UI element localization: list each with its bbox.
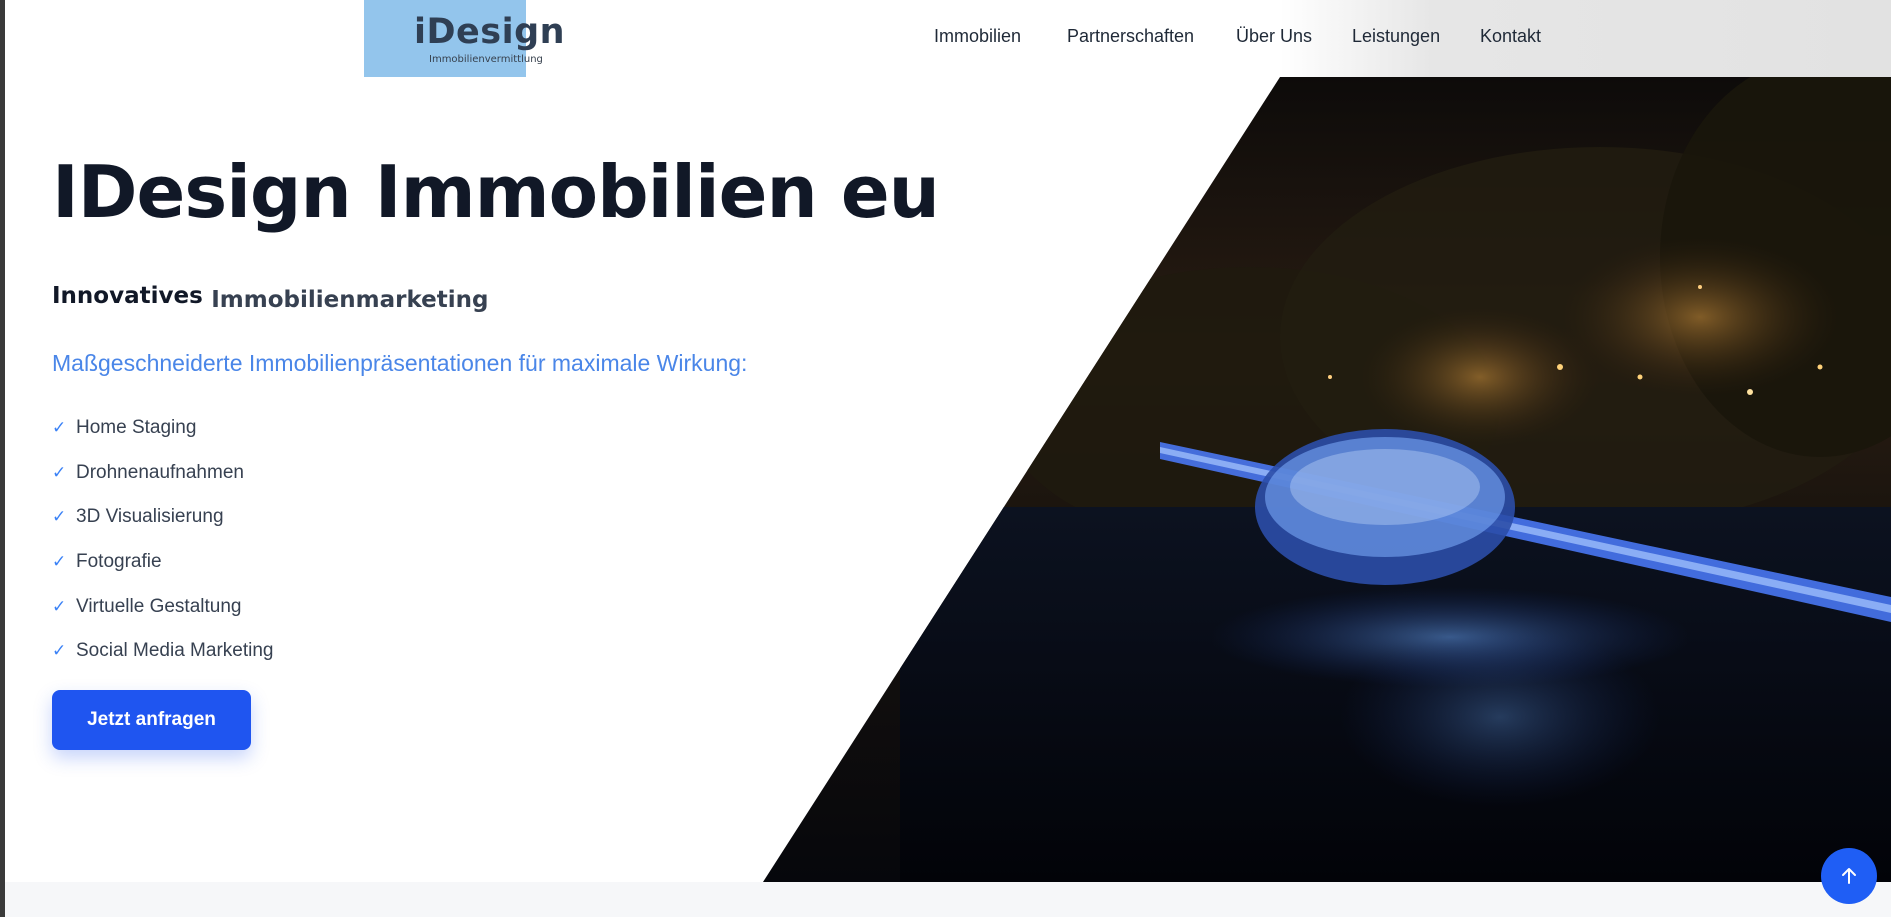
nav-kontakt[interactable]: Kontakt bbox=[1480, 26, 1541, 47]
hero-title: IDesign Immobilien eu bbox=[52, 150, 940, 234]
feature-list: ✓ Home Staging ✓ Drohnenaufnahmen ✓ 3D V… bbox=[52, 406, 273, 674]
logo-subtitle: Immobilienvermittlung bbox=[429, 54, 543, 65]
check-icon: ✓ bbox=[52, 418, 67, 438]
feature-label: Home Staging bbox=[76, 417, 197, 439]
feature-label: Fotografie bbox=[76, 551, 162, 573]
list-item: ✓ Home Staging bbox=[52, 406, 273, 451]
check-icon: ✓ bbox=[52, 552, 67, 572]
feature-label: Social Media Marketing bbox=[76, 640, 274, 662]
hero-subtitle: Innovatives Immobilienmarketing bbox=[52, 283, 488, 313]
list-item: ✓ Drohnenaufnahmen bbox=[52, 451, 273, 496]
list-item: ✓ Fotografie bbox=[52, 540, 273, 585]
scroll-to-top-button[interactable] bbox=[1821, 848, 1877, 904]
subtitle-word-2: Immobilienmarketing bbox=[211, 287, 489, 313]
nav-partnerschaften[interactable]: Partnerschaften bbox=[1067, 26, 1194, 47]
feature-label: 3D Visualisierung bbox=[76, 506, 224, 528]
list-item: ✓ Virtuelle Gestaltung bbox=[52, 584, 273, 629]
site-header: iDesign Immobilienvermittlung Immobilien… bbox=[0, 0, 1891, 77]
next-section-strip bbox=[0, 882, 1891, 917]
check-icon: ✓ bbox=[52, 507, 67, 527]
subtitle-word-1: Innovatives bbox=[52, 283, 203, 309]
feature-label: Virtuelle Gestaltung bbox=[76, 595, 242, 617]
nav-immobilien[interactable]: Immobilien bbox=[934, 26, 1021, 47]
nav-ueber-uns[interactable]: Über Uns bbox=[1236, 26, 1312, 47]
hero-tagline: Maßgeschneiderte Immobilienpräsentatione… bbox=[52, 350, 748, 376]
check-icon: ✓ bbox=[52, 641, 67, 661]
check-icon: ✓ bbox=[52, 596, 67, 616]
feature-label: Drohnenaufnahmen bbox=[76, 461, 244, 483]
list-item: ✓ Social Media Marketing bbox=[52, 629, 273, 674]
nav-leistungen[interactable]: Leistungen bbox=[1352, 26, 1440, 47]
check-icon: ✓ bbox=[52, 462, 67, 482]
arrow-up-icon bbox=[1842, 868, 1856, 884]
request-button[interactable]: Jetzt anfragen bbox=[52, 690, 251, 750]
logo-title[interactable]: iDesign bbox=[414, 12, 565, 52]
window-edge bbox=[0, 0, 5, 917]
list-item: ✓ 3D Visualisierung bbox=[52, 495, 273, 540]
